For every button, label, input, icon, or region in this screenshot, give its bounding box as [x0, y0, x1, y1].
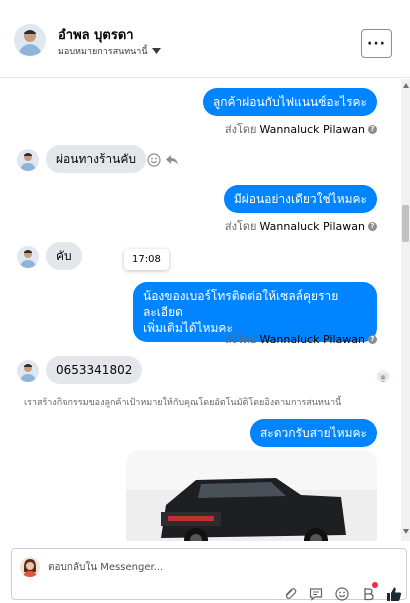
more-options-button[interactable]: ···: [361, 29, 392, 58]
message-photo-truck[interactable]: [126, 450, 377, 541]
emoji-icon[interactable]: [334, 586, 350, 602]
sent-prefix: ส่งโดย: [224, 333, 257, 346]
message-line: น้องของเบอร์โทรติดต่อให้เซลล์คุยรายละเอี…: [143, 289, 339, 319]
thread-scrollbar[interactable]: [401, 79, 410, 541]
help-icon[interactable]: ?: [368, 124, 377, 134]
incoming-message[interactable]: 0653341802: [46, 356, 143, 384]
payment-icon[interactable]: [360, 586, 376, 602]
message-actions: [147, 153, 179, 167]
contact-name[interactable]: อำพล บุตรดา: [58, 24, 134, 45]
reply-icon[interactable]: [165, 153, 179, 167]
contact-avatar-small: [17, 360, 39, 382]
lead-activity-note: เราสร้างกิจกรรมของลูกค้าเป้าหมายให้กับคุ…: [24, 398, 342, 408]
reply-composer: [11, 548, 407, 602]
timestamp-tooltip: 17:08: [124, 249, 169, 270]
saved-reply-icon[interactable]: [308, 586, 324, 602]
scroll-up-arrow-icon[interactable]: [403, 83, 409, 88]
sender-name: Wannaluck Pilawan: [259, 332, 366, 346]
agent-avatar: [20, 557, 40, 577]
contact-avatar[interactable]: [14, 24, 46, 56]
assign-label: มอบหมายการสนทนานี้: [58, 47, 148, 57]
help-icon[interactable]: ?: [368, 221, 377, 231]
contact-avatar-small: [17, 246, 39, 268]
sent-by-label: ส่งโดย Wannaluck Pilawan ?: [225, 120, 377, 138]
attachment-icon[interactable]: [282, 586, 298, 602]
message-thread[interactable]: ลูกค้าผ่อนกับไฟแนนซ์อะไรคะ ส่งโดย Wannal…: [0, 79, 410, 541]
incoming-message[interactable]: ผ่อนทางร้านคับ: [46, 145, 146, 173]
seen-avatar: [377, 370, 389, 382]
conversation-header: อำพล บุตรดา มอบหมายการสนทนานี้ ···: [0, 0, 410, 78]
incoming-message[interactable]: คับ: [46, 242, 82, 270]
sent-prefix: ส่งโดย: [224, 123, 257, 136]
emoji-icon[interactable]: [147, 153, 161, 167]
assign-conversation-dropdown[interactable]: มอบหมายการสนทนานี้: [58, 44, 161, 58]
scroll-down-arrow-icon[interactable]: [403, 529, 409, 534]
sent-prefix: ส่งโดย: [224, 220, 257, 233]
outgoing-message[interactable]: ลูกค้าผ่อนกับไฟแนนซ์อะไรคะ: [202, 88, 377, 116]
chevron-down-icon: [151, 48, 161, 54]
reply-input[interactable]: [48, 558, 348, 576]
like-icon[interactable]: [386, 586, 402, 602]
sent-by-label: ส่งโดย Wannaluck Pilawan ?: [225, 330, 377, 348]
notification-dot: [372, 582, 378, 588]
outgoing-message[interactable]: สะดวกรับสายไหมคะ: [249, 419, 377, 447]
outgoing-message[interactable]: มีผ่อนอย่างเดียวใช่ไหมคะ: [223, 185, 377, 213]
sent-by-label: ส่งโดย Wannaluck Pilawan ?: [225, 217, 377, 235]
sender-name: Wannaluck Pilawan: [259, 122, 366, 136]
sender-name: Wannaluck Pilawan: [259, 219, 366, 233]
help-icon[interactable]: ?: [368, 334, 377, 344]
scrollbar-thumb[interactable]: [402, 205, 409, 242]
contact-avatar-small: [17, 149, 39, 171]
composer-toolbar: [282, 586, 402, 602]
